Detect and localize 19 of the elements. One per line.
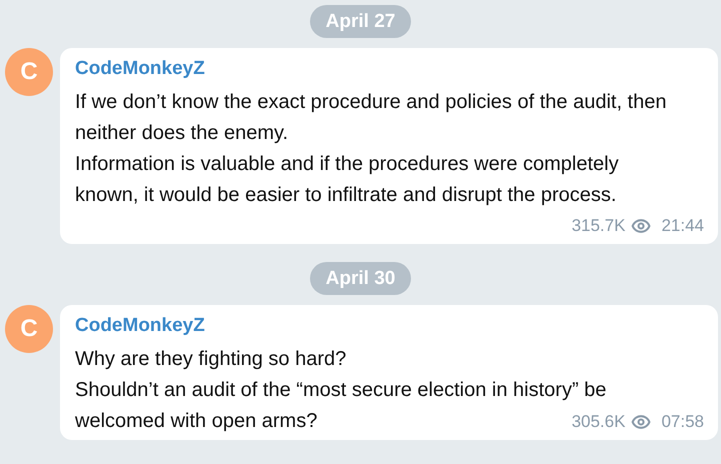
- message-text: neither does the enemy.: [75, 121, 288, 146]
- message-time: 21:44: [661, 215, 704, 237]
- message-text: welcomed with open arms?: [75, 409, 318, 434]
- view-count: 305.6K: [572, 411, 626, 433]
- avatar[interactable]: C: [5, 48, 53, 96]
- author-name[interactable]: CodeMonkeyZ: [75, 311, 205, 341]
- message-text: If we don’t know the exact procedure and policies of the audit, then: [75, 90, 666, 115]
- avatar[interactable]: C: [5, 305, 53, 353]
- message-text: Information is valuable and if the procedures were completely: [75, 152, 619, 177]
- eye-icon: [631, 216, 652, 236]
- eye-icon: [631, 412, 652, 432]
- message-text: Shouldn’t an audit of the “most secure election in history” be: [75, 378, 606, 403]
- message-text: known, it would be easier to infiltrate and disrupt the process.: [75, 183, 616, 208]
- date-pill: April 30: [310, 262, 412, 295]
- date-pill: April 27: [310, 5, 412, 38]
- view-count: 315.7K: [572, 215, 626, 237]
- message-time: 07:58: [661, 411, 704, 433]
- author-name[interactable]: CodeMonkeyZ: [75, 54, 205, 84]
- message-text: Why are they fighting so hard?: [75, 347, 346, 372]
